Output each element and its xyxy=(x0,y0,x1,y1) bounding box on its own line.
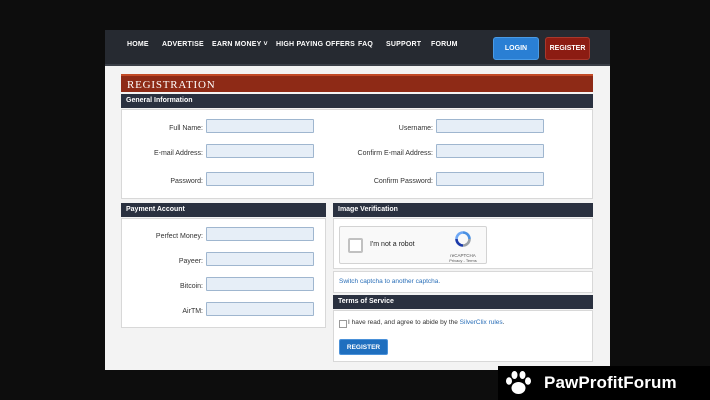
username-input[interactable] xyxy=(436,119,544,133)
airtm-label: AirTM: xyxy=(182,308,203,315)
email-input[interactable] xyxy=(206,144,314,158)
recaptcha-widget: I'm not a robot reCAPTCHA Privacy - Term… xyxy=(339,226,487,264)
image-verification-header: Image Verification xyxy=(333,203,593,217)
nav-home[interactable]: HOME xyxy=(127,41,149,48)
tos-statement: I have read, and agree to abide by the S… xyxy=(348,319,504,326)
payeer-input[interactable] xyxy=(206,252,314,266)
login-button[interactable]: LOGIN xyxy=(493,37,539,60)
general-info-header: General Information xyxy=(121,94,593,108)
recaptcha-logo: reCAPTCHA Privacy - Terms xyxy=(446,231,480,263)
top-navbar: HOME ADVERTISE EARN MONEY ˅ HIGH PAYING … xyxy=(105,30,610,66)
full-name-label: Full Name: xyxy=(169,125,203,132)
switch-captcha-link[interactable]: Switch captcha to another captcha. xyxy=(339,278,440,285)
tos-text: I have read, and agree to abide by the xyxy=(348,319,460,326)
nav-high-paying-offers[interactable]: HIGH PAYING OFFERS xyxy=(276,41,355,48)
registration-title: REGISTRATION xyxy=(121,74,593,92)
perfect-money-input[interactable] xyxy=(206,227,314,241)
confirm-email-input[interactable] xyxy=(436,144,544,158)
recaptcha-label: I'm not a robot xyxy=(370,241,415,248)
register-submit-button[interactable]: REGISTER xyxy=(339,339,388,355)
nav-earn-money[interactable]: EARN MONEY ˅ xyxy=(212,41,268,48)
silverclix-rules-link[interactable]: SilverClix rules xyxy=(460,319,503,326)
payeer-label: Payeer: xyxy=(178,258,203,265)
browser-screen: HOME ADVERTISE EARN MONEY ˅ HIGH PAYING … xyxy=(105,30,610,370)
watermark-text: PawProfitForum xyxy=(544,373,677,392)
tos-checkbox[interactable] xyxy=(339,320,347,328)
pawprofitforum-watermark: PawProfitForum xyxy=(498,366,710,400)
nav-advertise[interactable]: ADVERTISE xyxy=(162,41,204,48)
confirm-password-input[interactable] xyxy=(436,172,544,186)
paw-icon xyxy=(506,371,531,394)
airtm-input[interactable] xyxy=(206,302,314,316)
register-nav-button[interactable]: REGISTER xyxy=(545,37,590,60)
nav-faq[interactable]: FAQ xyxy=(358,41,373,48)
password-input[interactable] xyxy=(206,172,314,186)
recaptcha-privacy-terms[interactable]: Privacy - Terms xyxy=(446,258,480,263)
recaptcha-icon xyxy=(455,231,471,247)
perfect-money-label: Perfect Money: xyxy=(155,233,203,240)
nav-forum[interactable]: FORUM xyxy=(431,41,458,48)
recaptcha-checkbox[interactable] xyxy=(348,238,363,253)
bitcoin-label: Bitcoin: xyxy=(180,283,203,290)
terms-of-service-header: Terms of Service xyxy=(333,295,593,309)
username-label: Username: xyxy=(398,125,433,132)
email-label: E-mail Address: xyxy=(153,150,203,157)
confirm-password-label: Confirm Password: xyxy=(373,178,433,185)
full-name-input[interactable] xyxy=(206,119,314,133)
bitcoin-input[interactable] xyxy=(206,277,314,291)
nav-support[interactable]: SUPPORT xyxy=(386,41,421,48)
password-label: Password: xyxy=(170,178,203,185)
confirm-email-label: Confirm E-mail Address: xyxy=(357,150,433,157)
payment-account-header: Payment Account xyxy=(121,203,326,217)
tos-period: . xyxy=(502,319,505,326)
